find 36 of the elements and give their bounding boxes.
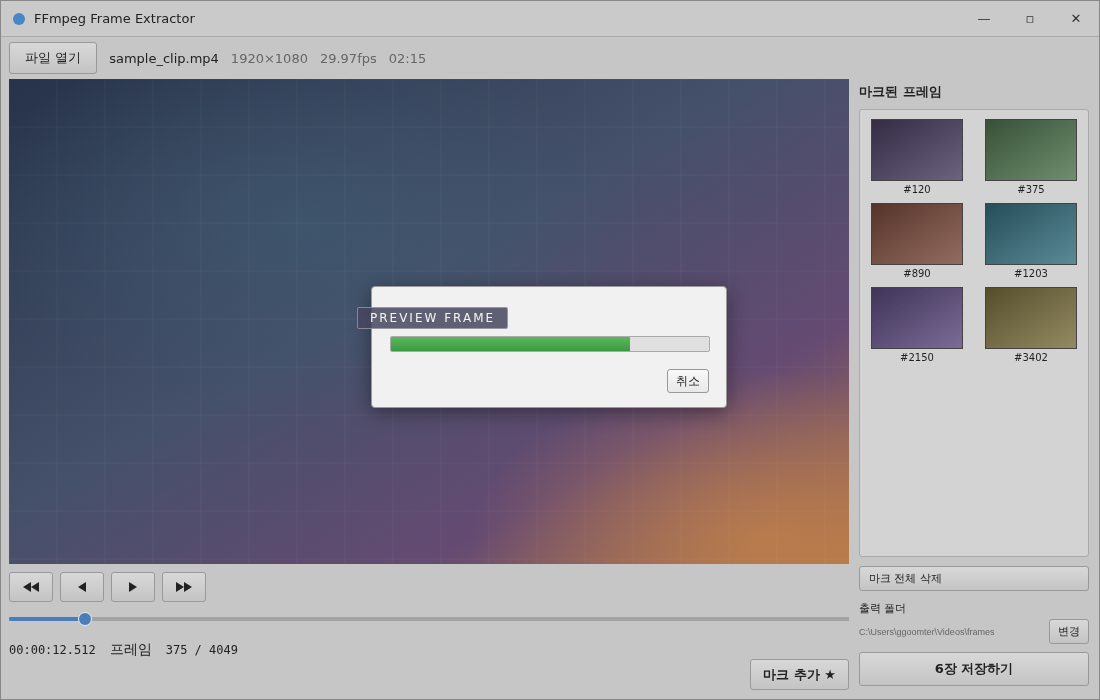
file-info: 1920×1080: [230, 50, 308, 66]
frame-number: #2150: [900, 352, 934, 363]
panel-title: 마크된 프레임: [859, 83, 943, 101]
minimize-button[interactable]: —: [961, 10, 1007, 27]
fast-forward-icon: [176, 582, 192, 592]
preview-label: PREVIEW FRAME: [357, 307, 509, 329]
change-folder-button[interactable]: 변경: [1049, 619, 1089, 644]
frame-count: 375 / 4049: [165, 643, 238, 657]
frame-number: #890: [903, 268, 931, 279]
clear-marks-button[interactable]: 마크 전체 삭제: [859, 566, 1089, 591]
frame-number: #3402: [1014, 352, 1048, 363]
save-button[interactable]: 6장 저장하기: [859, 652, 1089, 686]
file-info: 02:15: [388, 50, 427, 66]
output-folder-label: 출력 폴더: [859, 601, 908, 616]
timecode: 00:00:12.512: [9, 643, 96, 657]
file-info: 29.97fps: [319, 50, 377, 66]
window-title: FFmpeg Frame Extractor: [34, 11, 196, 26]
cancel-button[interactable]: 취소: [667, 369, 709, 393]
app-icon: [13, 12, 25, 25]
open-file-button[interactable]: 파일 열기: [9, 42, 98, 74]
forward-button[interactable]: [162, 572, 206, 602]
frame-number: #375: [1017, 184, 1045, 195]
frame-label: 프레임: [109, 641, 152, 659]
play-button[interactable]: [111, 572, 155, 602]
frame-number: #1203: [1014, 268, 1048, 279]
add-mark-button[interactable]: 마크 추가 ★: [750, 659, 849, 690]
maximize-button[interactable]: ▫: [1007, 10, 1053, 27]
rewind-button[interactable]: [9, 572, 53, 602]
frame-number: #120: [903, 184, 931, 195]
back-button[interactable]: [60, 572, 104, 602]
rewind-icon: [23, 582, 39, 592]
step-back-icon: [78, 582, 86, 592]
folder-path: C:\Users\ggoomter\Videos\frames: [859, 626, 995, 637]
close-button[interactable]: ✕: [1053, 10, 1099, 27]
file-name: sample_clip.mp4: [109, 50, 219, 66]
play-icon: [129, 582, 137, 592]
